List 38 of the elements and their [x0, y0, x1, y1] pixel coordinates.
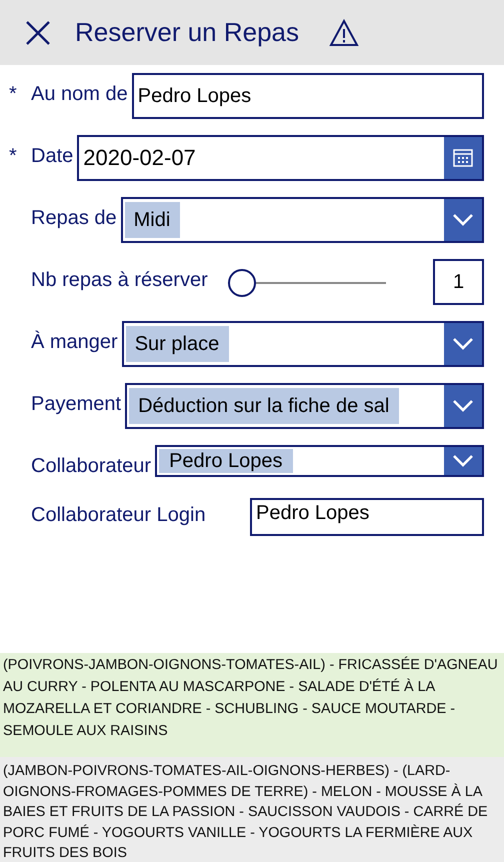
selected-value: Déduction sur la fiche de sal	[129, 388, 400, 424]
meal-menu-item[interactable]: (JAMBON-POIVRONS-TOMATES-AIL-OIGNONS-HERBES) - (LARD-OIGNONS-FROMAGES-POMMES DE TERRE) - MELON - MOUSSE À LA BAIES ET FRUITS DE LA PASSION - SAUCISSON VAUDOIS - CARRÉ DE PORC FUMÉ - YOGOURTS VANILLE - YOGOURTS LA FERMIÈRE AUX FRUITS DES BOIS	[0, 757, 504, 862]
meal-menu-item[interactable]: (POIVRONS-JAMBON-OIGNONS-TOMATES-AIL) - FRICASSÉE D'AGNEAU AU CURRY - POLENTA AU MASCARPONE - SALADE D'ÉTÉ À LA MOZARELLA ET CORIANDRE - SCHUBLING - SAUCE MOUTARDE - SEMOULE AUX RAISINS	[0, 653, 504, 757]
field-label: Collaborateur Login	[31, 503, 206, 527]
calendar-icon	[453, 149, 473, 167]
chevron-down-icon	[452, 337, 474, 351]
dropdown-chevron-button[interactable]	[444, 199, 482, 241]
field-label: À manger	[31, 330, 118, 354]
slider-thumb[interactable]	[228, 269, 256, 297]
field-label: Au nom de	[31, 82, 128, 106]
text-field[interactable]: Pedro Lopes	[250, 498, 484, 536]
required-asterisk: *	[9, 144, 18, 168]
date-field[interactable]: 2020-02-07	[77, 135, 484, 181]
selected-value: Sur place	[126, 326, 230, 362]
field-label: Repas de	[31, 206, 117, 230]
field-label: Payement	[31, 392, 122, 416]
dropdown-chevron-button[interactable]	[444, 323, 482, 365]
selected-value: Midi	[124, 202, 180, 238]
field-label: Date	[31, 144, 74, 168]
warning-icon	[329, 18, 359, 46]
chevron-down-icon	[452, 399, 474, 413]
chevron-down-icon	[452, 213, 474, 227]
field-label: Nb repas à réserver	[31, 268, 208, 292]
app-title: Reserver un Repas	[75, 17, 299, 48]
dropdown-chevron-button[interactable]	[444, 385, 482, 427]
dropdown[interactable]: Sur place	[122, 321, 484, 367]
selected-value: Pedro Lopes	[159, 449, 292, 473]
chevron-down-icon	[452, 454, 474, 468]
dropdown-chevron-button[interactable]	[444, 447, 482, 475]
required-asterisk: *	[9, 82, 18, 106]
calendar-button[interactable]	[444, 137, 482, 179]
dropdown[interactable]: Midi	[120, 197, 484, 243]
field-label: Collaborateur	[31, 454, 152, 478]
text-field[interactable]: Pedro Lopes	[132, 73, 484, 119]
close-icon[interactable]	[25, 20, 51, 46]
dropdown[interactable]: Déduction sur la fiche de sal	[125, 383, 484, 429]
dropdown[interactable]: Pedro Lopes	[155, 445, 484, 477]
count-field[interactable]: 1	[433, 259, 484, 305]
